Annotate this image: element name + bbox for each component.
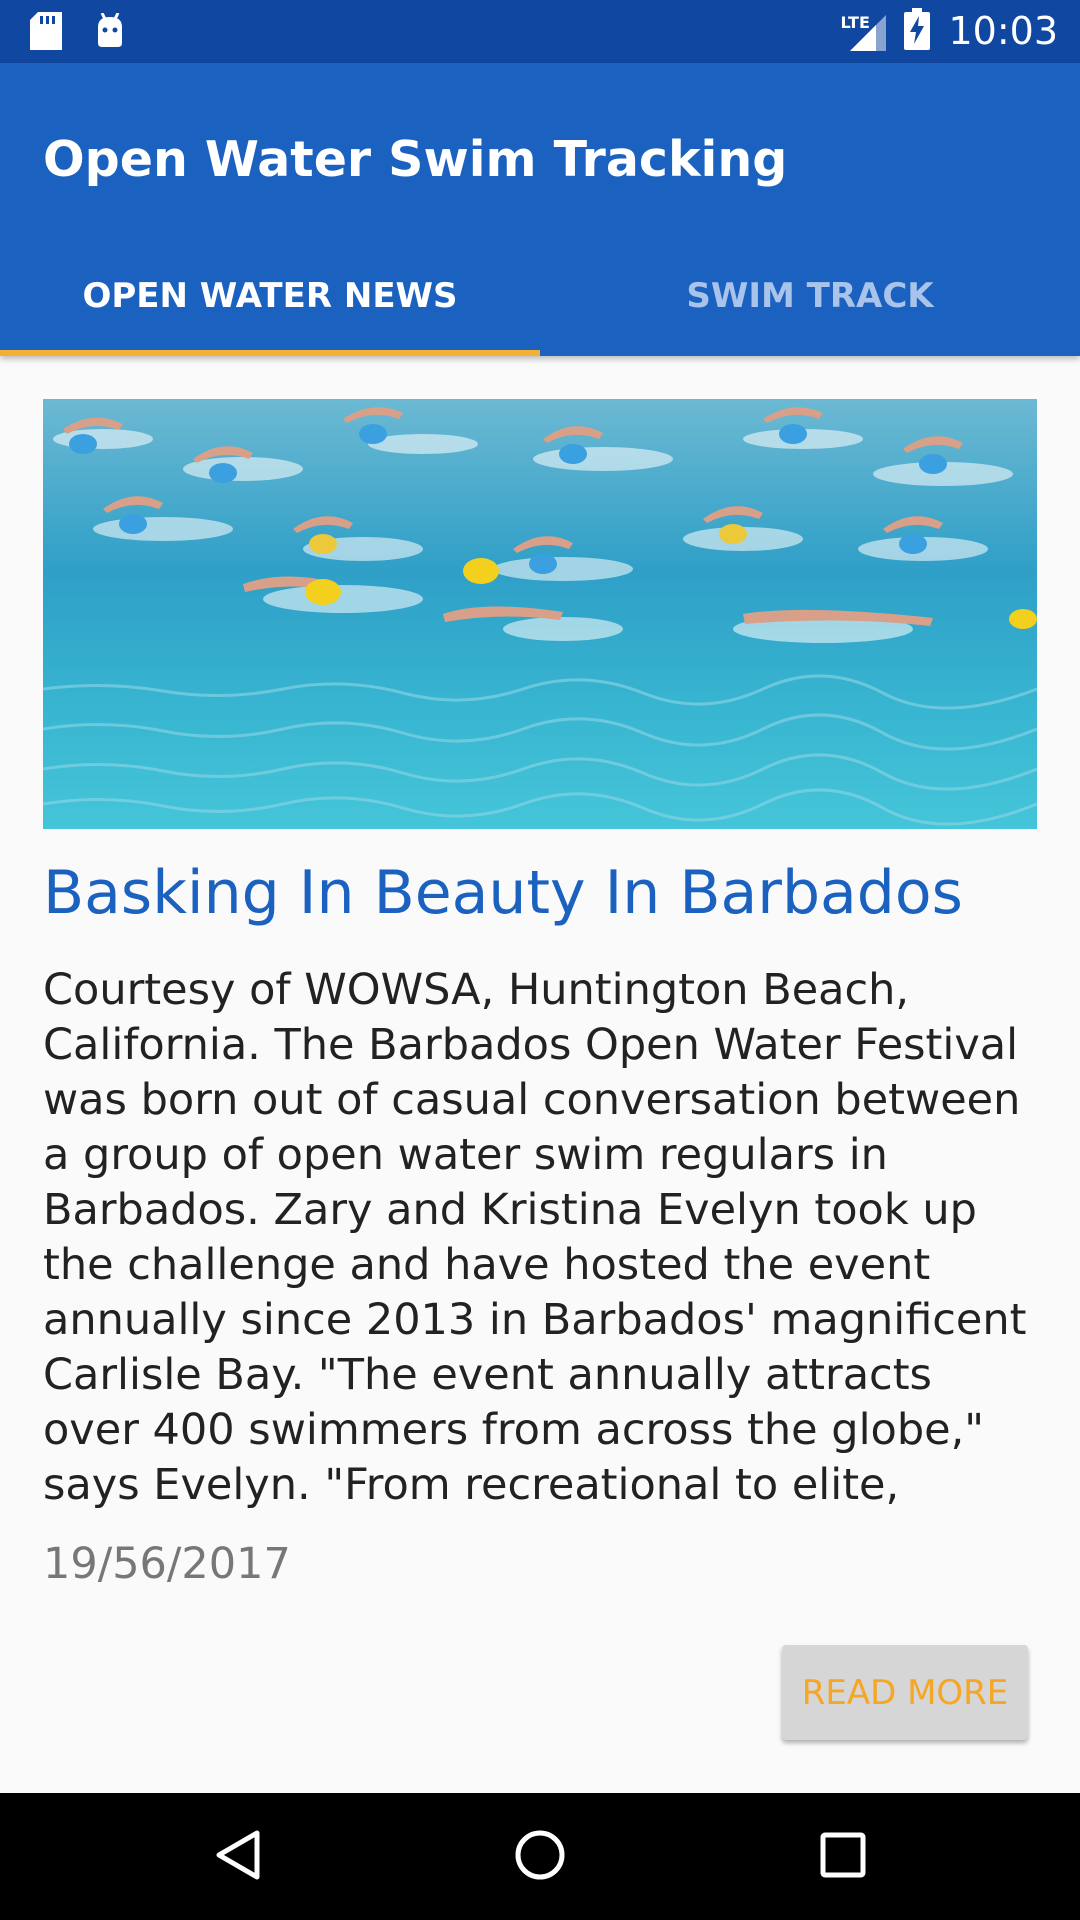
tab-label: OPEN WATER NEWS (82, 276, 458, 316)
back-icon (213, 1829, 261, 1885)
system-nav-bar (0, 1793, 1080, 1920)
status-bar: LTE 10:03 (0, 0, 1080, 63)
tab-swim-track[interactable]: SWIM TRACK (540, 268, 1080, 356)
article-image (43, 399, 1037, 829)
recents-button[interactable] (763, 1793, 923, 1920)
android-icon (94, 12, 126, 53)
article-date: 19/56/2017 (43, 1539, 291, 1589)
swimmers-photo-illustration (43, 399, 1037, 829)
battery-charging-icon (904, 8, 931, 54)
tab-open-water-news[interactable]: OPEN WATER NEWS (0, 268, 540, 356)
tab-indicator (0, 350, 540, 356)
read-more-button[interactable]: READ MORE (782, 1645, 1028, 1740)
article-summary: Courtesy of WOWSA, Huntington Beach, Cal… (43, 965, 1027, 1510)
article-headline[interactable]: Basking In Beauty In Barbados (43, 858, 963, 928)
tab-bar: OPEN WATER NEWS SWIM TRACK (0, 268, 1080, 356)
clock: 10:03 (948, 9, 1058, 53)
home-icon (514, 1829, 566, 1885)
home-button[interactable] (460, 1793, 620, 1920)
signal-icon: LTE (840, 11, 887, 51)
recents-icon (820, 1832, 866, 1882)
back-button[interactable] (157, 1793, 317, 1920)
tab-label: SWIM TRACK (686, 276, 934, 316)
app-title: Open Water Swim Tracking (43, 131, 788, 188)
app-bar: Open Water Swim Tracking OPEN WATER NEWS… (0, 63, 1080, 356)
sd-card-icon (30, 12, 62, 54)
